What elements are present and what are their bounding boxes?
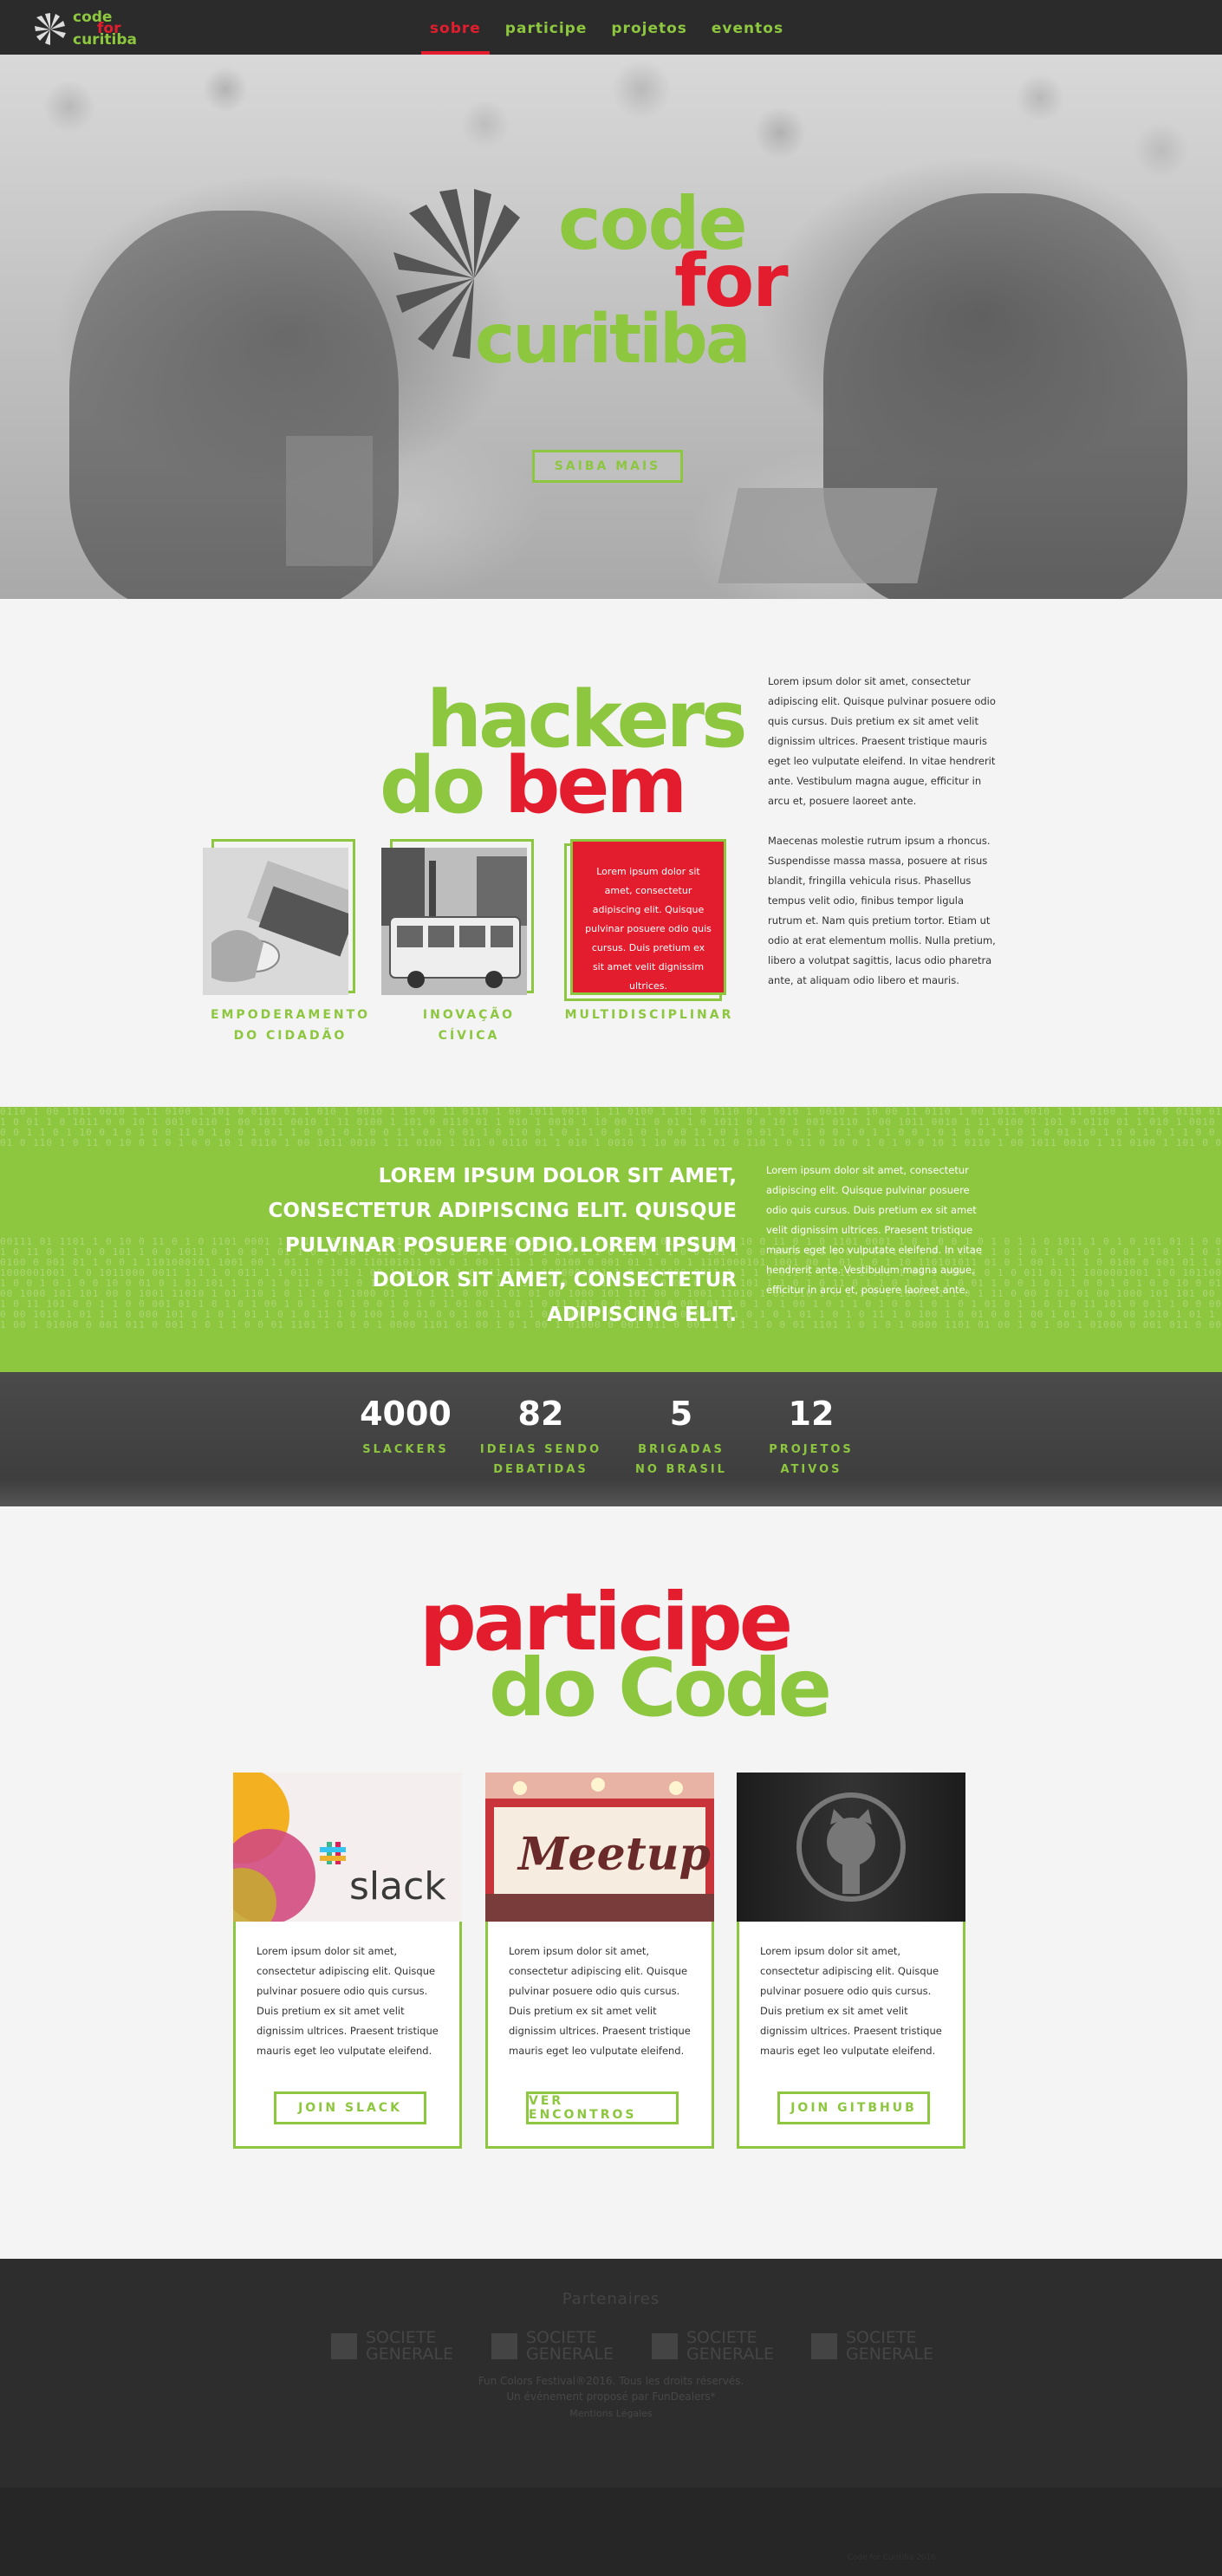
nav-link-participe[interactable]: participe — [493, 0, 600, 55]
participe-subtitle: do Code — [489, 1642, 832, 1734]
hackers-section: hackers do bem Lorem ipsum dolor sit ame… — [0, 599, 1222, 1107]
bottom-bar: Code for Curitiba 2016 — [0, 2488, 1222, 2576]
feature-label-empoderamento: EMPODERAMENTO DO CIDADÃO — [204, 1005, 377, 1046]
nav-link-eventos[interactable]: eventos — [699, 0, 796, 55]
meetup-card-text: Lorem ipsum dolor sit amet, consectetur … — [509, 1945, 691, 2057]
sponsor-logo[interactable]: SOCIETE GENERALE — [331, 2328, 478, 2366]
nav-links: sobre participe projetos eventos — [0, 0, 1222, 55]
bottom-text: Code for Curitiba 2016 — [847, 2553, 936, 2562]
top-navbar: code for curitiba sobre participe projet… — [0, 0, 1222, 55]
meetup-wordmark: Meetup — [517, 1828, 711, 1881]
stat-label-line2: ATIVOS — [780, 1463, 842, 1476]
github-card: Lorem ipsum dolor sit amet, consectetur … — [737, 1773, 965, 2149]
feature-label-multidisciplinar: MULTIDISCIPLINAR — [562, 1005, 736, 1025]
sponsor-line2: GENERALE — [686, 2345, 774, 2364]
copyright-line2: Un événement proposé par FunDealers* — [506, 2391, 716, 2403]
stats-bar: 4000 SLACKERS 82 IDEIAS SENDO DEBATIDAS 5… — [0, 1372, 1222, 1506]
hero-laptop-right — [718, 488, 938, 583]
footer-copyright: Fun Colors Festival®2016. Tous les droit… — [0, 2373, 1222, 2404]
stat-number: 12 — [788, 1395, 835, 1433]
binary-pattern: 0110 1 00 1011 0010 1 11 0100 1 101 0 01… — [0, 1107, 1222, 1148]
join-slack-button[interactable]: JOIN SLACK — [274, 2091, 426, 2124]
stat-projetos: 12 PROJETOS ATIVOS — [742, 1395, 881, 1480]
hero-logo-curitiba: curitiba — [475, 301, 751, 379]
sponsor-icon — [331, 2333, 357, 2359]
slack-card: slack Lorem ipsum dolor sit amet, consec… — [233, 1773, 462, 2149]
sponsor-icon — [652, 2333, 678, 2359]
feature-card-inovacao — [381, 839, 534, 995]
nav-link-sobre[interactable]: sobre — [418, 0, 493, 55]
stat-brigadas: 5 BRIGADAS NO BRASIL — [612, 1395, 751, 1480]
feature-label-line2: DO CIDADÃO — [233, 1029, 348, 1043]
stat-label: IDEIAS SENDO DEBATIDAS — [471, 1440, 610, 1480]
sponsor-line2: GENERALE — [846, 2345, 933, 2364]
stat-number: 4000 — [360, 1395, 452, 1433]
bus-photo — [381, 848, 527, 995]
stat-label-line2: NO BRASIL — [635, 1463, 727, 1476]
green-band-quote: LOREM IPSUM DOLOR SIT AMET, CONSECTETUR … — [268, 1165, 737, 1326]
stat-slackers: 4000 SLACKERS — [336, 1395, 475, 1460]
stat-label: PROJETOS ATIVOS — [742, 1440, 881, 1480]
stat-number: 5 — [669, 1395, 693, 1433]
feature-label-line1: MULTIDISCIPLINAR — [564, 1008, 734, 1022]
hero-logo: code for curitiba — [392, 187, 790, 421]
legal-link[interactable]: Mentions Légales — [0, 2408, 1222, 2419]
stat-ideias: 82 IDEIAS SENDO DEBATIDAS — [471, 1395, 610, 1480]
participe-section: participe do Code slack Lorem ipsum dolo… — [0, 1506, 1222, 2259]
hero-laptop-left — [286, 436, 373, 566]
sponsor-logo[interactable]: SOCIETE GENERALE — [811, 2328, 959, 2366]
sponsor-logo[interactable]: SOCIETE GENERALE — [491, 2328, 639, 2366]
laptop-mouse-photo — [203, 848, 348, 995]
hackers-title-bem: bem — [504, 740, 687, 831]
meetup-card: Meetup Lorem ipsum dolor sit amet, conse… — [485, 1773, 714, 2149]
feature-label-line2: CÍVICA — [438, 1029, 500, 1043]
meetup-sign-image: Meetup — [485, 1773, 714, 1922]
feature-label-inovacao: INOVAÇÃO CÍVICA — [382, 1005, 556, 1046]
green-band-text: Lorem ipsum dolor sit amet, consectetur … — [766, 1164, 982, 1296]
hero-banner: code for curitiba SAIBA MAIS — [0, 55, 1222, 599]
stat-label-line1: PROJETOS — [769, 1443, 854, 1456]
slack-wordmark: slack — [349, 1864, 446, 1909]
footer: Partenaires SOCIETE GENERALE SOCIETE GEN… — [0, 2259, 1222, 2488]
copyright-line1: Fun Colors Festival®2016. Tous les droit… — [478, 2375, 744, 2387]
partners-title: Partenaires — [562, 2290, 660, 2308]
multidisciplinar-card: Lorem ipsum dolor sit amet, consectetur … — [570, 839, 726, 995]
hackers-paragraph-1: Lorem ipsum dolor sit amet, consectetur … — [768, 675, 996, 807]
hackers-paragraph-2: Maecenas molestie rutrum ipsum a rhoncus… — [768, 835, 996, 986]
github-octocat-image — [737, 1773, 965, 1922]
github-card-text: Lorem ipsum dolor sit amet, consectetur … — [760, 1945, 942, 2057]
saiba-mais-button[interactable]: SAIBA MAIS — [532, 450, 683, 483]
sponsor-line2: GENERALE — [366, 2345, 453, 2364]
feature-label-line1: EMPODERAMENTO — [210, 1008, 371, 1022]
slack-card-text: Lorem ipsum dolor sit amet, consectetur … — [257, 1945, 439, 2057]
stat-label: BRIGADAS NO BRASIL — [612, 1440, 751, 1480]
multidisciplinar-card-text: Lorem ipsum dolor sit amet, consectetur … — [585, 866, 712, 992]
stat-label-line1: BRIGADAS — [638, 1443, 725, 1456]
green-quote-band: 0110 1 00 1011 0010 1 11 0100 1 101 0 01… — [0, 1107, 1222, 1372]
nav-link-projetos[interactable]: projetos — [599, 0, 699, 55]
sponsor-icon — [811, 2333, 837, 2359]
hackers-title-do: do — [380, 740, 485, 831]
sponsor-icon — [491, 2333, 517, 2359]
feature-card-empoderamento — [203, 839, 355, 995]
stat-label-line2: DEBATIDAS — [493, 1463, 588, 1476]
stat-label: SLACKERS — [362, 1443, 449, 1456]
stat-number: 82 — [517, 1395, 564, 1433]
ver-encontros-button[interactable]: VER ENCONTROS — [526, 2091, 679, 2124]
join-github-button[interactable]: JOIN GITBHUB — [777, 2091, 930, 2124]
feature-label-line1: INOVAÇÃO — [422, 1008, 516, 1022]
stat-label-line1: IDEIAS SENDO — [479, 1443, 602, 1456]
slack-logo-image: slack — [233, 1773, 462, 1922]
sponsor-logo[interactable]: SOCIETE GENERALE — [652, 2328, 799, 2366]
sponsor-line2: GENERALE — [526, 2345, 614, 2364]
